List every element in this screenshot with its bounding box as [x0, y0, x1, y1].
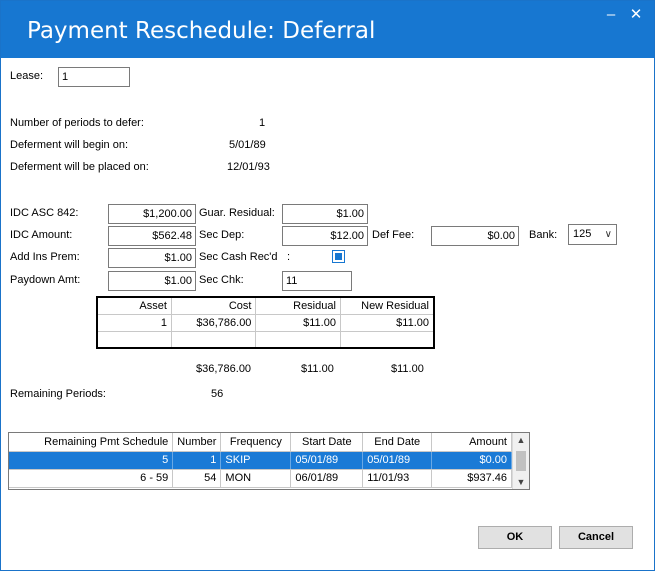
- def-fee-input[interactable]: $0.00: [431, 226, 519, 246]
- residual-col-header[interactable]: Residual: [255, 297, 341, 315]
- pmt-table-header: Remaining Pmt Schedule Number Frequency …: [9, 433, 512, 452]
- defer-begin-label: Deferment will begin on:: [10, 139, 129, 151]
- remaining-periods-label: Remaining Periods:: [10, 388, 106, 400]
- def-fee-label: Def Fee:: [372, 229, 415, 241]
- bank-select[interactable]: 125 ∨: [568, 224, 617, 245]
- sec-dep-label: Sec Dep:: [199, 229, 245, 241]
- chevron-down-icon: ∨: [604, 229, 612, 240]
- guar-residual-input[interactable]: $1.00: [282, 204, 368, 224]
- frequency-cell[interactable]: SKIP: [220, 451, 292, 470]
- lease-input[interactable]: 1: [58, 67, 130, 87]
- minimize-icon[interactable]: –: [603, 7, 619, 23]
- sec-dep-input[interactable]: $12.00: [282, 226, 368, 246]
- amount-cell[interactable]: $0.00: [431, 451, 512, 470]
- number-cell[interactable]: 1: [172, 451, 222, 470]
- bank-select-value: 125: [573, 228, 592, 240]
- cancel-button[interactable]: Cancel: [559, 526, 633, 549]
- idc-asc-label: IDC ASC 842:: [10, 207, 79, 219]
- sec-chk-input[interactable]: 11: [282, 271, 352, 291]
- number-col-header[interactable]: Number: [172, 433, 222, 452]
- pmt-schedule-table: Remaining Pmt Schedule Number Frequency …: [9, 433, 512, 488]
- total-residual: $11.00: [301, 363, 334, 375]
- new-residual-cell[interactable]: $11.00: [340, 314, 434, 332]
- asset-col-header[interactable]: Asset: [97, 297, 172, 315]
- pmt-schedule-col-header[interactable]: Remaining Pmt Schedule: [9, 433, 174, 452]
- paydown-amt-input[interactable]: $1.00: [108, 271, 196, 291]
- end-date-cell[interactable]: 05/01/89: [362, 451, 433, 470]
- remaining-periods-value: 56: [211, 388, 224, 400]
- sec-cash-checkbox[interactable]: [332, 250, 345, 263]
- sec-chk-label: Sec Chk:: [199, 274, 244, 286]
- pmt-schedule-cell[interactable]: 5: [9, 451, 174, 470]
- bank-label: Bank:: [529, 229, 558, 241]
- asset-table: Asset Cost Residual New Residual 1 $36,7…: [96, 296, 435, 349]
- table-row[interactable]: 5 1 SKIP 05/01/89 05/01/89 $0.00: [9, 451, 512, 470]
- table-row[interactable]: 6 - 59 54 MON 06/01/89 11/01/93 $937.46: [9, 469, 512, 488]
- periods-defer-label: Number of periods to defer:: [10, 117, 144, 129]
- sec-cash-colon: :: [287, 251, 291, 263]
- sec-cash-label: Sec Cash Rec'd: [199, 251, 278, 263]
- number-cell[interactable]: 54: [172, 469, 222, 488]
- end-date-col-header[interactable]: End Date: [362, 433, 433, 452]
- defer-placed-value: 12/01/93: [227, 161, 270, 173]
- window-title: Payment Reschedule: Deferral: [27, 18, 376, 44]
- title-bar[interactable]: Payment Reschedule: Deferral – ✕: [1, 1, 654, 58]
- asset-table-header: Asset Cost Residual New Residual: [97, 297, 434, 315]
- total-cost: $36,786.00: [196, 363, 252, 375]
- lease-label: Lease:: [10, 70, 44, 82]
- scroll-thumb[interactable]: [516, 451, 526, 471]
- cost-col-header[interactable]: Cost: [171, 297, 257, 315]
- idc-amount-input[interactable]: $562.48: [108, 226, 196, 246]
- scroll-down-icon[interactable]: ▼: [513, 477, 529, 487]
- start-date-col-header[interactable]: Start Date: [290, 433, 364, 452]
- table-row[interactable]: 1 $36,786.00 $11.00 $11.00: [97, 314, 434, 332]
- periods-defer-value: 1: [259, 117, 266, 129]
- end-date-cell[interactable]: 11/01/93: [362, 469, 433, 488]
- asset-cell[interactable]: 1: [97, 314, 172, 332]
- guar-residual-label: Guar. Residual:: [199, 207, 275, 219]
- vertical-scrollbar[interactable]: ▲ ▼: [512, 433, 529, 489]
- pmt-schedule-grid[interactable]: Remaining Pmt Schedule Number Frequency …: [8, 432, 530, 490]
- total-new-residual: $11.00: [391, 363, 424, 375]
- dialog-window: Payment Reschedule: Deferral – ✕ Lease: …: [0, 0, 655, 571]
- amount-cell[interactable]: $937.46: [431, 469, 512, 488]
- cost-cell[interactable]: $36,786.00: [171, 314, 257, 332]
- scroll-up-icon[interactable]: ▲: [513, 435, 529, 445]
- add-ins-prem-label: Add Ins Prem:: [10, 251, 80, 263]
- paydown-amt-label: Paydown Amt:: [10, 274, 81, 286]
- defer-placed-label: Deferment will be placed on:: [10, 161, 149, 173]
- pmt-schedule-cell[interactable]: 6 - 59: [9, 469, 174, 488]
- frequency-cell[interactable]: MON: [220, 469, 292, 488]
- residual-cell[interactable]: $11.00: [255, 314, 341, 332]
- defer-begin-value: 5/01/89: [229, 139, 266, 151]
- add-ins-prem-input[interactable]: $1.00: [108, 248, 196, 268]
- idc-asc-input[interactable]: $1,200.00: [108, 204, 196, 224]
- amount-col-header[interactable]: Amount: [431, 433, 512, 452]
- frequency-col-header[interactable]: Frequency: [220, 433, 292, 452]
- start-date-cell[interactable]: 06/01/89: [290, 469, 364, 488]
- new-residual-col-header[interactable]: New Residual: [340, 297, 434, 315]
- idc-amount-label: IDC Amount:: [10, 229, 73, 241]
- close-icon[interactable]: ✕: [628, 7, 644, 23]
- ok-button[interactable]: OK: [478, 526, 552, 549]
- start-date-cell[interactable]: 05/01/89: [290, 451, 364, 470]
